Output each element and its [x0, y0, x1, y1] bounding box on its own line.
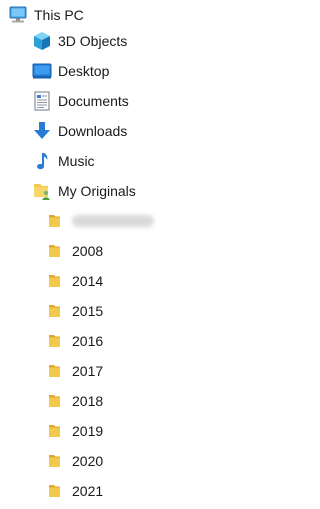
- tree-item-folder-2016[interactable]: 2016: [46, 326, 103, 356]
- tree-item-label: Documents: [58, 93, 129, 109]
- tree-item-label: 2008: [72, 243, 104, 259]
- tree-item-subfolder-obscured[interactable]: [46, 206, 154, 236]
- tree-item-documents[interactable]: Documents: [32, 86, 129, 116]
- tree-item-music[interactable]: Music: [32, 146, 95, 176]
- folder-icon: [46, 301, 66, 321]
- obscured-folder-label: [72, 215, 154, 227]
- tree-item-label: My Originals: [58, 183, 136, 199]
- folder-icon: [46, 331, 66, 351]
- tree-item-label: 2019: [72, 423, 104, 439]
- music-note-icon: [32, 151, 52, 171]
- tree-item-desktop[interactable]: Desktop: [32, 56, 109, 86]
- tree-item-label: 2017: [72, 363, 104, 379]
- tree-item-my-originals[interactable]: My Originals: [32, 176, 136, 206]
- computer-icon: [8, 5, 28, 25]
- tree-item-label: 2021: [72, 483, 104, 499]
- tree-item-folder-2014[interactable]: 2014: [46, 266, 103, 296]
- tree-item-label: 2014: [72, 273, 104, 289]
- cube-icon: [32, 31, 52, 51]
- folder-icon: [46, 421, 66, 441]
- tree-item-3d-objects[interactable]: 3D Objects: [32, 26, 127, 56]
- tree-item-folder-2021[interactable]: 2021: [46, 476, 103, 506]
- tree-item-label: 2015: [72, 303, 104, 319]
- tree-item-label: 2020: [72, 453, 104, 469]
- tree-item-label: 3D Objects: [58, 33, 128, 49]
- folder-icon: [46, 391, 66, 411]
- tree-item-folder-2015[interactable]: 2015: [46, 296, 103, 326]
- folder-icon: [46, 271, 66, 291]
- folder-icon: [46, 481, 66, 501]
- tree-item-label: Downloads: [58, 123, 128, 139]
- tree-item-label: Desktop: [58, 63, 110, 79]
- folder-icon: [46, 241, 66, 261]
- tree-item-folder-2019[interactable]: 2019: [46, 416, 103, 446]
- desktop-icon: [32, 61, 52, 81]
- tree-item-folder-2018[interactable]: 2018: [46, 386, 103, 416]
- tree-item-folder-2008[interactable]: 2008: [46, 236, 103, 266]
- tree-item-label: 2016: [72, 333, 104, 349]
- folder-icon: [46, 361, 66, 381]
- tree-item-label: Music: [58, 153, 95, 169]
- tree-item-label: 2018: [72, 393, 104, 409]
- folder-icon: [46, 211, 66, 231]
- tree-item-folder-2017[interactable]: 2017: [46, 356, 103, 386]
- tree-item-downloads[interactable]: Downloads: [32, 116, 127, 146]
- tree-item-folder-2020[interactable]: 2020: [46, 446, 103, 476]
- document-icon: [32, 91, 52, 111]
- folder-user-icon: [32, 181, 52, 201]
- folder-icon: [46, 451, 66, 471]
- tree-item-label: This PC: [34, 7, 84, 23]
- download-arrow-icon: [32, 121, 52, 141]
